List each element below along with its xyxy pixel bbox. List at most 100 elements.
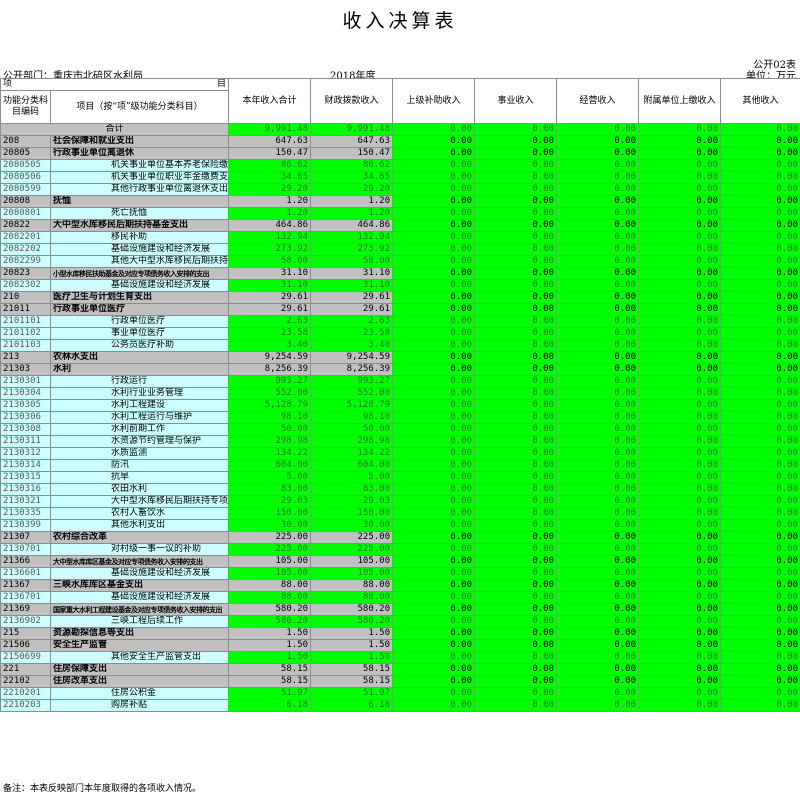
row-code: 22102 [0,675,51,688]
row-value: 0.00 [556,231,640,244]
row-value: 0.00 [638,687,722,700]
row-value: 0.00 [392,267,476,280]
row-name: 行政事业单位离退休 [49,147,230,160]
row-value: 5,128.79 [310,399,394,412]
row-value: 0.00 [638,543,722,556]
row-code: 21506 [0,639,51,652]
row-value: 0.00 [556,135,640,148]
row-name: 农林水支出 [49,351,230,364]
row-value: 0.00 [474,639,558,652]
row-name: 住房改革支出 [49,675,230,688]
row-value: 0.00 [474,195,558,208]
row-value: 58.00 [228,255,312,268]
row-value: 0.00 [556,699,640,712]
row-value: 0.00 [556,459,640,472]
row-value: 23.58 [310,327,394,340]
row-code: 2210203 [0,699,51,712]
table-row: 21366 大中型水库库区基金及对应专项债务收入安排的支出 105.00 105.00… [0,555,800,568]
row-name: 死亡抚恤 [49,207,230,220]
row-value: 0.00 [474,183,558,196]
row-value: 0.00 [474,303,558,316]
row-value: 0.00 [392,579,476,592]
row-code: 2080505 [0,159,51,172]
income-table: 项 目 本年收入合计 财政拨款收入 上级补助收入 事业收入 经营收入 附属单位上… [0,78,800,712]
row-value: 2.63 [228,315,312,328]
row-code: 2082202 [0,243,51,256]
row-value: 0.00 [720,687,800,700]
row-value: 0.00 [638,663,722,676]
row-value: 0.00 [392,207,476,220]
row-value: 0.00 [556,435,640,448]
table-row: 2080505机关事业单位基本养老保险缴费支出86.6286.620.000.0… [0,159,800,172]
row-value: 0.00 [638,207,722,220]
row-value: 0.00 [556,195,640,208]
row-value: 1.20 [228,207,312,220]
row-value: 0.00 [638,159,722,172]
row-value: 225.00 [228,543,312,556]
row-name: 抚恤 [49,195,230,208]
col-header-operating: 经营收入 [556,78,640,124]
row-value: 0.00 [556,267,640,280]
project-header-left: 项 [3,79,13,90]
total-row: 合计 9,991.48 9,991.48 0.00 0.00 0.00 0.00 0.00 [0,123,800,136]
row-value: 580.20 [310,603,394,616]
row-value: 134.22 [310,447,394,460]
row-code: 2130301 [0,375,51,388]
row-value: 298.98 [228,435,312,448]
row-value: 0.00 [556,615,640,628]
row-code: 2130399 [0,519,51,532]
row-value: 0.00 [474,327,558,340]
row-value: 0.00 [720,243,800,256]
row-value: 1.20 [228,195,312,208]
table-row: 21367 三峡水库库区基金支出 88.00 88.00 0.00 0.00 0.00 0.0… [0,579,800,592]
row-value: 647.63 [228,135,312,148]
row-value: 0.00 [556,519,640,532]
row-name: 水资源节约管理与保护 [49,435,230,448]
row-value: 604.00 [228,459,312,472]
table-row: 215 资源勘探信息等支出 1.50 1.50 0.00 0.00 0.00 0.00 0.00 [0,627,800,640]
table-row: 2150699 其他安全生产监管支出 1.50 1.50 0.00 0.00 0.00 0.0… [0,651,800,664]
table-row: 2130311 水资源节约管理与保护 298.98 298.98 0.00 0.00 0.0… [0,435,800,448]
row-value: 150.00 [228,507,312,520]
row-value: 0.00 [474,543,558,556]
row-value: 0.00 [556,123,640,136]
row-name: 国家重大水利工程建设基金及对应专项债务收入安排的支出 [49,603,230,616]
row-code: 2130312 [0,447,51,460]
table-row: 213 农林水支出 9,254.59 9,254.59 0.00 0.00 0.00 0.00… [0,351,800,364]
row-value: 0.00 [638,255,722,268]
row-value: 150.47 [228,147,312,160]
row-value: 0.00 [556,555,640,568]
row-name: 防汛 [49,459,230,472]
row-value: 29.03 [228,495,312,508]
project-header-right: 目 [217,79,227,90]
row-value: 0.00 [720,411,800,424]
row-value: 0.00 [638,459,722,472]
row-value: 0.00 [556,675,640,688]
row-value: 105.00 [310,567,394,580]
row-value: 0.00 [720,435,800,448]
col-header-total: 本年收入合计 [228,78,312,124]
row-code: 21307 [0,531,51,544]
row-value: 0.00 [392,411,476,424]
row-value: 0.00 [474,471,558,484]
row-value: 9,254.59 [310,351,394,364]
row-name: 资源勘探信息等支出 [49,627,230,640]
row-value: 0.00 [556,243,640,256]
row-value: 31.10 [228,279,312,292]
row-value: 0.00 [638,483,722,496]
row-value: 0.00 [638,531,722,544]
row-value: 225.00 [310,531,394,544]
row-value: 0.00 [556,531,640,544]
row-name: 机关事业单位职业年金缴费支出 [49,171,230,184]
row-name: 其他大中型水库移民后期扶持基金支出 [49,255,230,268]
row-value: 0.00 [638,387,722,400]
row-value: 0.00 [638,135,722,148]
row-value: 0.00 [638,267,722,280]
row-value: 0.00 [474,495,558,508]
row-value: 50.00 [228,423,312,436]
row-value: 0.00 [638,447,722,460]
row-name: 住房公积金 [49,687,230,700]
row-value: 0.00 [638,231,722,244]
row-value: 0.00 [720,183,800,196]
row-value: 0.00 [474,219,558,232]
